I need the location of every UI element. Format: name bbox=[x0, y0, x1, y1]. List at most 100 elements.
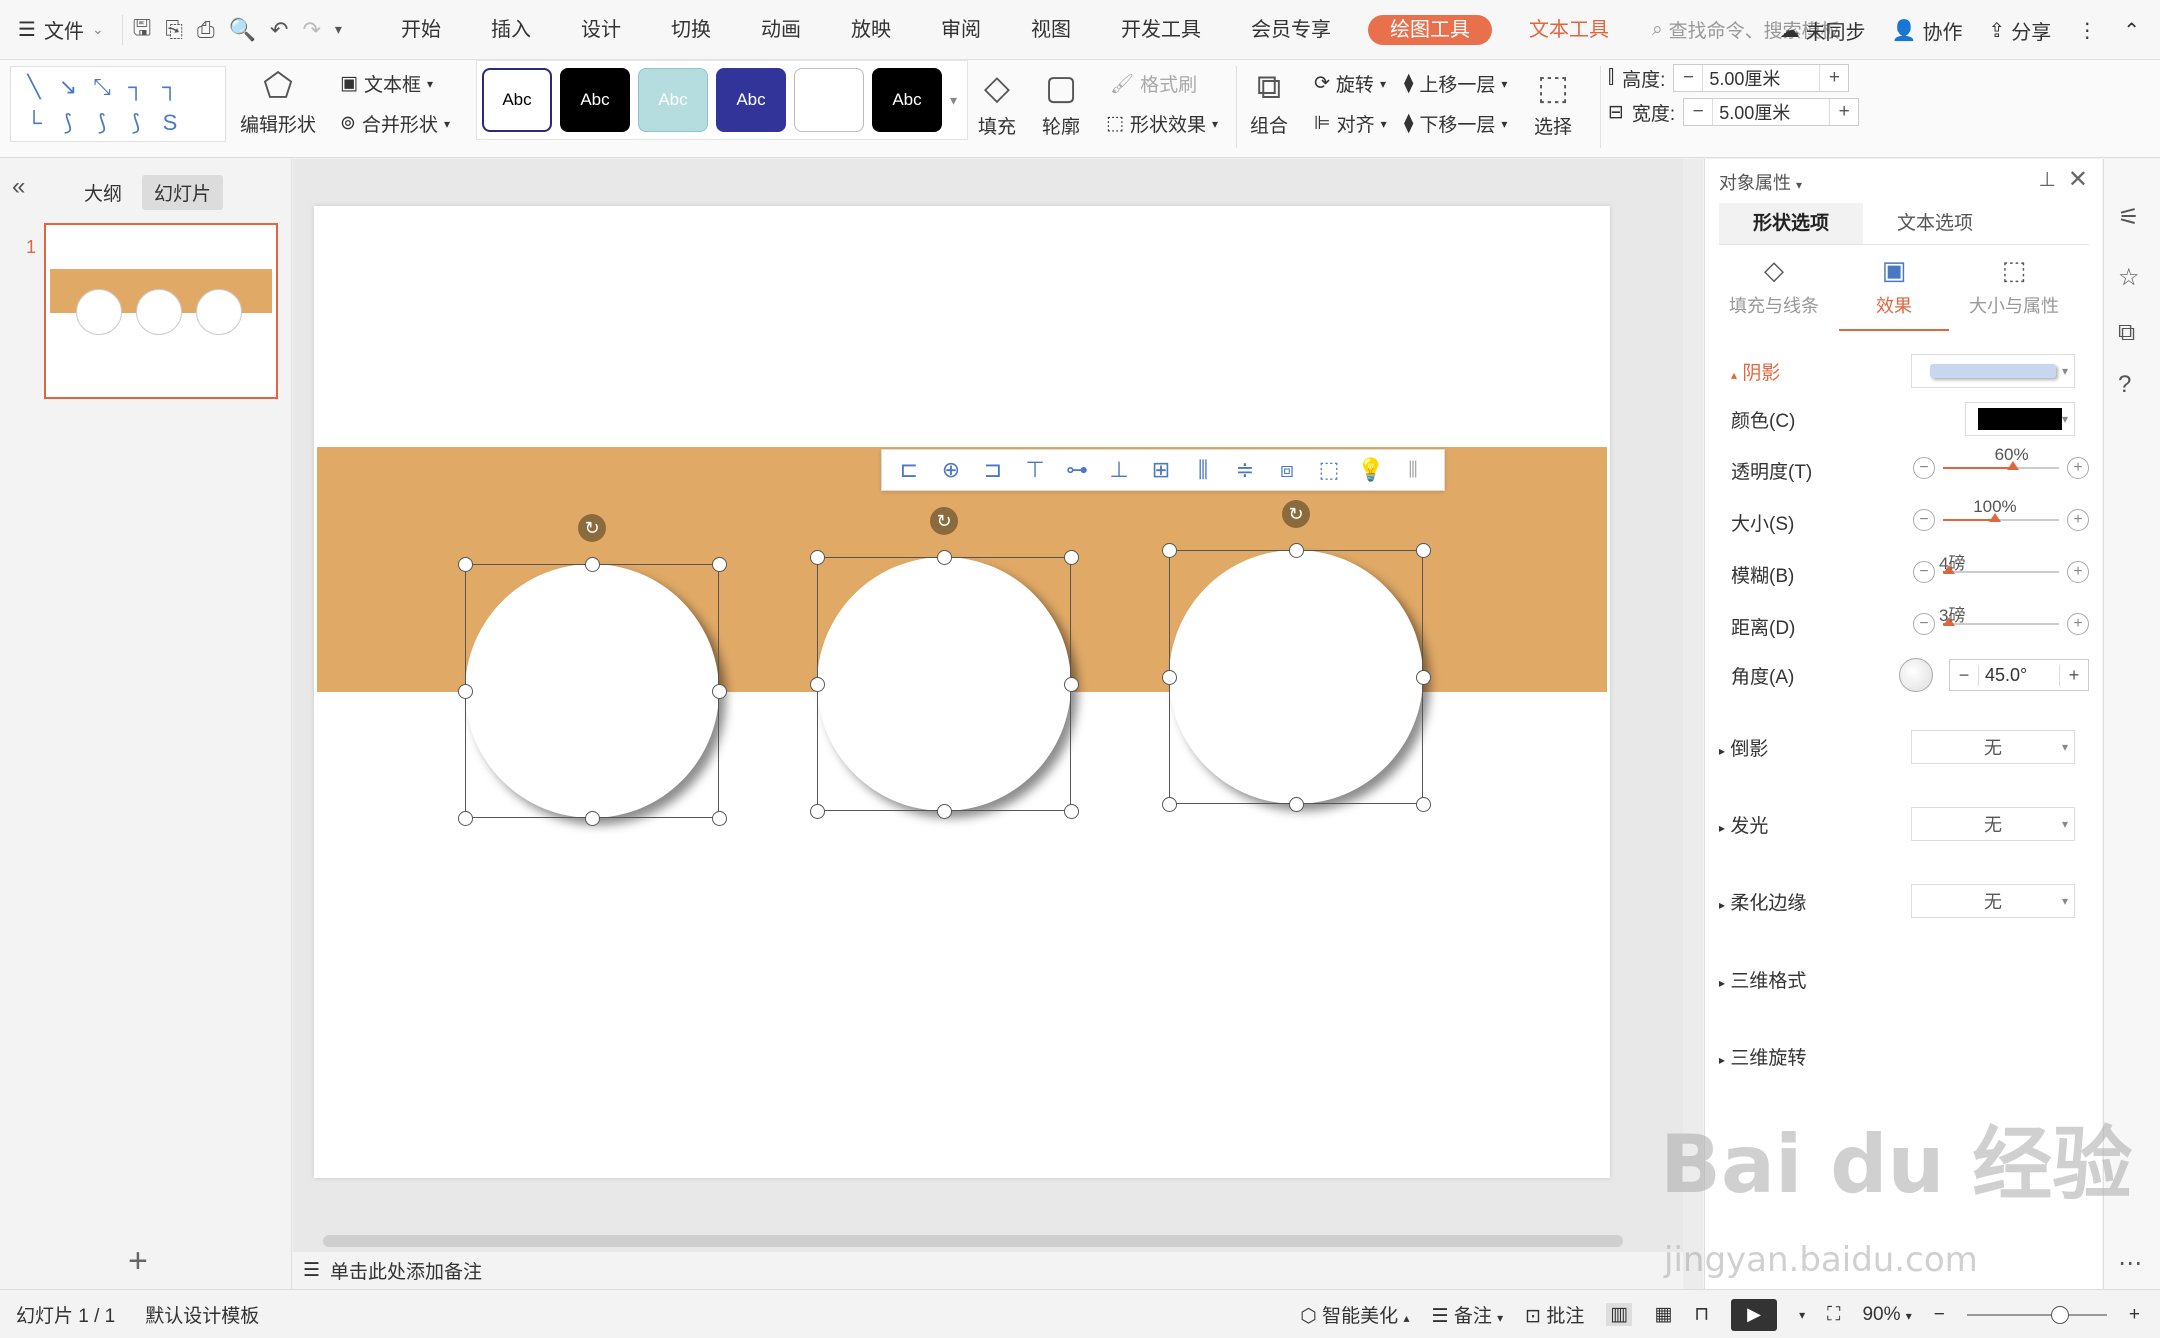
undo-icon[interactable]: ↶ bbox=[270, 17, 288, 43]
horizontal-scrollbar[interactable] bbox=[293, 1229, 1683, 1253]
transparency-decrease[interactable]: − bbox=[1913, 457, 1935, 479]
redo-icon[interactable]: ↷ bbox=[302, 17, 320, 43]
comment-button[interactable]: ⊡ 批注 bbox=[1525, 1301, 1584, 1328]
width-increase[interactable]: + bbox=[1830, 101, 1858, 123]
tab-transition[interactable]: 切换 bbox=[646, 0, 736, 60]
format-brush-button[interactable]: 🖌 格式刷 bbox=[1110, 70, 1197, 97]
tab-view[interactable]: 视图 bbox=[1006, 0, 1096, 60]
shadow-section[interactable]: ▴ 阴影 ▾ bbox=[1719, 351, 2089, 391]
rotate-handle-icon[interactable]: ↻ bbox=[930, 507, 958, 535]
zoom-slider[interactable] bbox=[1966, 1305, 2107, 1324]
play-slideshow-button[interactable]: ▶ bbox=[1731, 1298, 1778, 1331]
angle-decrease[interactable]: − bbox=[1950, 665, 1978, 686]
size-increase[interactable]: + bbox=[2067, 509, 2089, 531]
collapse-ribbon-icon[interactable]: ⌃ bbox=[2123, 18, 2140, 43]
help-icon[interactable]: ? bbox=[2118, 371, 2131, 399]
resize-handle[interactable] bbox=[585, 811, 600, 826]
angle-input[interactable]: − 45.0° + bbox=[1949, 659, 2089, 691]
style-plain[interactable] bbox=[794, 68, 864, 132]
blur-increase[interactable]: + bbox=[2067, 561, 2089, 583]
tab-text-tools[interactable]: 文本工具 bbox=[1504, 0, 1634, 60]
style-white-outline[interactable]: Abc bbox=[482, 68, 552, 132]
resize-handle[interactable] bbox=[810, 677, 825, 692]
style-teal[interactable]: Abc bbox=[638, 68, 708, 132]
shape-effect-button[interactable]: ⬚ 形状效果 ▾ bbox=[1106, 110, 1218, 137]
tab-home[interactable]: 开始 bbox=[376, 0, 466, 60]
tab-developer[interactable]: 开发工具 bbox=[1096, 0, 1226, 60]
resize-handle[interactable] bbox=[1416, 543, 1431, 558]
more-layout-icon[interactable]: ⫴ bbox=[1392, 457, 1434, 483]
resize-handle[interactable] bbox=[810, 550, 825, 565]
freeform-icon[interactable]: S bbox=[153, 105, 187, 141]
style-black-2[interactable]: Abc bbox=[872, 68, 942, 132]
text-box-button[interactable]: ▣ 文本框 ▾ bbox=[340, 70, 433, 97]
print-icon[interactable]: ⎙ bbox=[197, 17, 215, 43]
lightbulb-icon[interactable]: 💡 bbox=[1350, 457, 1392, 483]
properties-icon[interactable]: ⚟ bbox=[2118, 203, 2140, 232]
blur-slider[interactable]: 4磅 bbox=[1939, 554, 2059, 574]
pin-icon[interactable]: ⊥ bbox=[2039, 167, 2056, 192]
send-backward-button[interactable]: ⧫ 下移一层 ▾ bbox=[1404, 110, 1507, 137]
reflection-row[interactable]: ▸ 倒影 无 ▾ bbox=[1719, 727, 2089, 767]
save-icon[interactable]: 🖫 bbox=[133, 11, 152, 49]
fit-window-icon[interactable]: ⛶ bbox=[1827, 1304, 1840, 1326]
scrollbar-thumb[interactable] bbox=[323, 1235, 1623, 1247]
align-bottom-icon[interactable]: ⊥ bbox=[1098, 457, 1140, 483]
rotation-3d-row[interactable]: ▸ 三维旋转 bbox=[1719, 1036, 2089, 1076]
angle-increase[interactable]: + bbox=[2060, 665, 2088, 686]
soft-edge-dropdown[interactable]: 无 ▾ bbox=[1911, 884, 2075, 918]
close-icon[interactable]: ✕ bbox=[2068, 165, 2088, 194]
edit-shape-button[interactable]: ⬠ 编辑形状 bbox=[240, 66, 316, 137]
subtab-fill-line[interactable]: ◇ 填充与线条 bbox=[1719, 255, 1829, 331]
resize-handle[interactable] bbox=[712, 557, 727, 572]
share-button[interactable]: ⇪ 分享 bbox=[1988, 16, 2051, 45]
tab-animation[interactable]: 动画 bbox=[736, 0, 826, 60]
more-options-icon[interactable]: ⋯ bbox=[2118, 1249, 2142, 1278]
size-decrease[interactable]: − bbox=[1913, 509, 1935, 531]
outline-button[interactable]: ▢ 轮廓 bbox=[1042, 68, 1080, 139]
panel-title[interactable]: 对象属性 ▾ bbox=[1719, 169, 1802, 195]
align-top-icon[interactable]: ⊤ bbox=[1014, 457, 1056, 483]
line-shape-icon[interactable]: ╲ bbox=[17, 69, 51, 105]
zoom-in-icon[interactable]: + bbox=[2129, 1304, 2140, 1326]
fill-button[interactable]: ◇ 填充 bbox=[978, 68, 1016, 139]
style-black[interactable]: Abc bbox=[560, 68, 630, 132]
glow-row[interactable]: ▸ 发光 无 ▾ bbox=[1719, 804, 2089, 844]
animation-star-icon[interactable]: ☆ bbox=[2118, 263, 2140, 292]
elbow-arrow-icon[interactable]: ┐ bbox=[153, 69, 187, 105]
tab-review[interactable]: 审阅 bbox=[916, 0, 1006, 60]
tab-member[interactable]: 会员专享 bbox=[1226, 0, 1356, 60]
elbow-double-arrow-icon[interactable]: └ bbox=[17, 105, 51, 141]
add-slide-icon[interactable]: + bbox=[128, 1242, 148, 1281]
transparency-increase[interactable]: + bbox=[2067, 457, 2089, 479]
beautify-button[interactable]: ⬡ 智能美化 ▴ bbox=[1300, 1301, 1409, 1328]
arrow-shape-icon[interactable]: ↘ bbox=[51, 69, 85, 105]
resize-handle[interactable] bbox=[458, 557, 473, 572]
resize-handle[interactable] bbox=[937, 550, 952, 565]
zoom-out-icon[interactable]: − bbox=[1934, 1304, 1945, 1326]
bring-forward-button[interactable]: ⧫ 上移一层 ▾ bbox=[1404, 70, 1507, 97]
slide-thumbnail[interactable] bbox=[44, 223, 278, 399]
template-name[interactable]: 默认设计模板 bbox=[145, 1301, 259, 1328]
distribute-horizontal-icon[interactable]: ⫼ bbox=[1182, 457, 1224, 483]
width-decrease[interactable]: − bbox=[1684, 101, 1712, 123]
group-button[interactable]: ⧉ 组合 bbox=[1250, 68, 1288, 138]
tab-design[interactable]: 设计 bbox=[556, 0, 646, 60]
tab-slides[interactable]: 幻灯片 bbox=[142, 175, 224, 210]
align-left-icon[interactable]: ⊏ bbox=[888, 457, 930, 483]
sorter-view-icon[interactable]: ▦ bbox=[1654, 1303, 1672, 1326]
soft-edge-row[interactable]: ▸ 柔化边缘 无 ▾ bbox=[1719, 881, 2089, 921]
normal-view-icon[interactable]: ▥ bbox=[1606, 1303, 1633, 1326]
align-center-both-icon[interactable]: ⊞ bbox=[1140, 457, 1182, 483]
resize-handle[interactable] bbox=[1064, 677, 1079, 692]
slide-canvas[interactable]: ↻ ↻ ↻ ⊏ ⊕ ⊐ ⊤ ⊶ ⊥ ⊞ ⫼ ≑ ⧈ ⬚ 💡 ⫴ bbox=[314, 206, 1610, 1178]
shadow-preset-dropdown[interactable]: ▾ bbox=[1911, 354, 2075, 388]
height-input[interactable]: − 5.00厘米 + bbox=[1673, 64, 1850, 92]
distance-decrease[interactable]: − bbox=[1913, 613, 1935, 635]
notes-button[interactable]: ☰ 备注 ▾ bbox=[1431, 1301, 1503, 1328]
tab-drawing-tools[interactable]: 绘图工具 bbox=[1367, 14, 1492, 45]
print-preview-icon[interactable]: 🔍 bbox=[229, 17, 256, 43]
play-options-icon[interactable]: ▾ bbox=[1799, 1308, 1805, 1322]
select-objects-icon[interactable]: ⬚ bbox=[1308, 457, 1350, 483]
zoom-knob[interactable] bbox=[2050, 1305, 2069, 1324]
